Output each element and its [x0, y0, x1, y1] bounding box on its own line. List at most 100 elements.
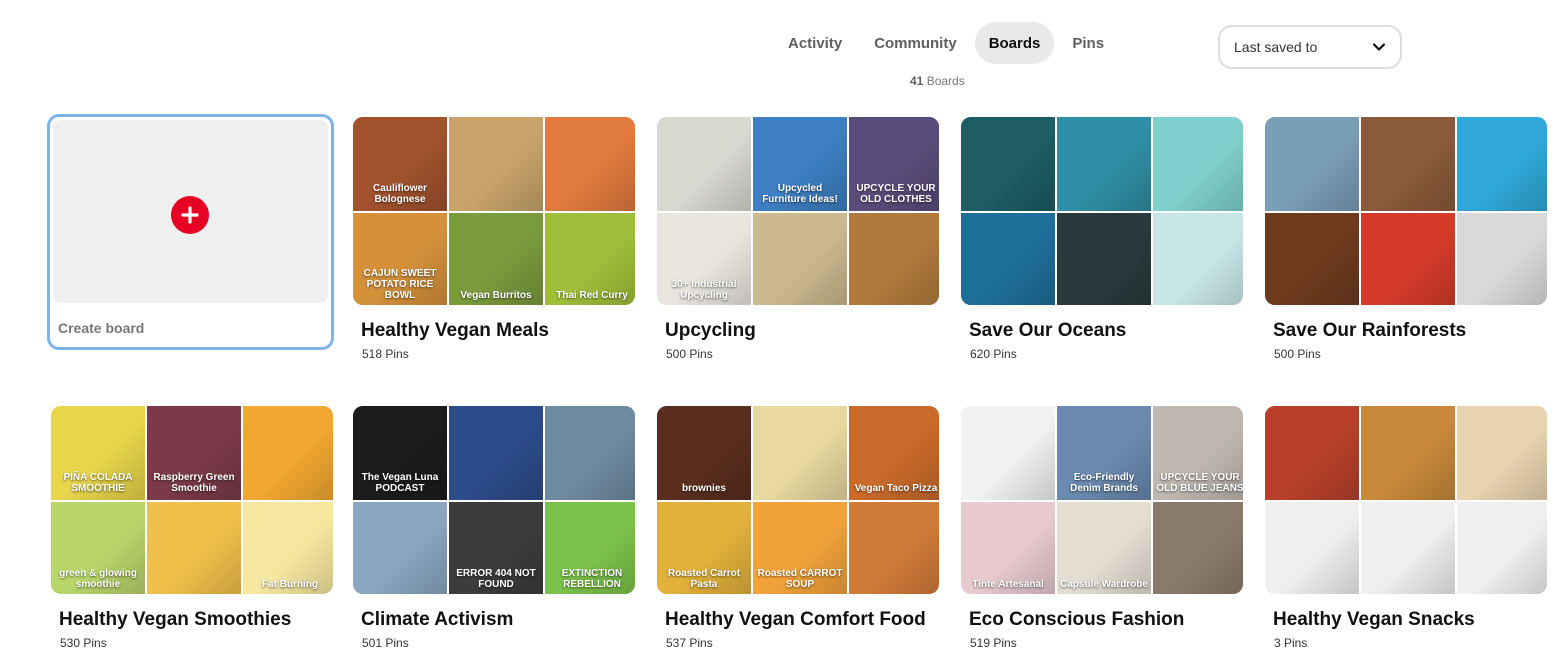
board-cover-collage: Cauliflower Bolognese CAJUN SWEET POTATO … [353, 117, 635, 305]
sort-dropdown[interactable]: Last saved to [1218, 25, 1402, 69]
board-cover-image: Vegan Taco Pizza [849, 406, 939, 500]
board-cover-image [353, 502, 447, 594]
board-pin-count: 501 Pins [362, 636, 409, 650]
cover-image-caption: green & glowing smoothie [59, 568, 137, 590]
board-title: Save Our Oceans [969, 320, 1127, 341]
board-cover-image: Thai Red Curry [545, 213, 635, 305]
board-cover-image [1265, 502, 1359, 594]
board-cover-image [449, 406, 543, 500]
board-cover-image [1457, 406, 1547, 500]
board-cover-image [147, 502, 241, 594]
cover-image-caption: Upcycled Furniture Ideas! [762, 183, 838, 205]
board-cover-image [1153, 502, 1243, 594]
board-card[interactable]: Upcycled Furniture Ideas! UPCYCLE YOUR OL… [657, 117, 939, 361]
board-cover-image [1265, 117, 1359, 211]
boards-count-number: 41 [910, 74, 924, 88]
board-cover-collage [961, 117, 1243, 305]
board-pin-count: 3 Pins [1274, 636, 1308, 650]
board-cover-image: CAJUN SWEET POTATO RICE BOWL [353, 213, 447, 305]
board-cover-collage [1265, 406, 1547, 594]
board-title: Healthy Vegan Meals [361, 320, 549, 341]
board-cover-image [657, 117, 751, 211]
cover-image-caption: brownies [682, 483, 726, 494]
board-cover-collage: PIÑA COLADA SMOOTHIE Raspberry Green Smoo… [51, 406, 333, 594]
board-cover-image: Roasted Carrot Pasta [657, 502, 751, 594]
board-cover-image [1265, 213, 1359, 305]
board-cover-image [1153, 117, 1243, 211]
profile-tabs: Activity Community Boards Pins [774, 22, 1118, 64]
cover-image-caption: Capsule Wardrobe [1060, 579, 1148, 590]
board-card[interactable]: Eco-Friendly Denim Brands UPCYCLE YOUR OL… [961, 406, 1243, 650]
board-pin-count: 518 Pins [362, 347, 409, 361]
board-title: Eco Conscious Fashion [969, 609, 1185, 630]
board-cover-image [753, 406, 847, 500]
board-title: Upcycling [665, 320, 756, 341]
board-cover-image: PIÑA COLADA SMOOTHIE [51, 406, 145, 500]
board-cover-image [1361, 117, 1455, 211]
board-pin-count: 500 Pins [666, 347, 713, 361]
board-cover-image [449, 117, 543, 211]
cover-image-caption: Roasted Carrot Pasta [667, 568, 741, 590]
board-cover-image: green & glowing smoothie [51, 502, 145, 594]
boards-count-label: Boards [926, 74, 965, 88]
board-cover-image [545, 406, 635, 500]
board-title: Save Our Rainforests [1273, 320, 1467, 341]
board-cover-image [1361, 502, 1455, 594]
board-cover-image [1361, 213, 1455, 305]
cover-image-caption: Vegan Burritos [460, 290, 532, 301]
board-cover-image [849, 213, 939, 305]
board-card[interactable]: The Vegan Luna PODCAST ERROR 404 NOT FOUN… [353, 406, 635, 650]
board-cover-image: Vegan Burritos [449, 213, 543, 305]
tab-pins[interactable]: Pins [1058, 22, 1118, 64]
board-cover-image [1361, 406, 1455, 500]
cover-image-caption: Vegan Taco Pizza [854, 483, 938, 494]
cover-image-caption: UPCYCLE YOUR OLD CLOTHES [856, 183, 936, 205]
board-title: Climate Activism [361, 609, 514, 630]
tab-community[interactable]: Community [860, 22, 971, 64]
cover-image-caption: The Vegan Luna PODCAST [361, 472, 439, 494]
board-cover-image [961, 117, 1055, 211]
cover-image-caption: 30+ Industrial Upcycling [671, 279, 737, 301]
tab-boards[interactable]: Boards [974, 22, 1055, 64]
tab-activity[interactable]: Activity [774, 22, 856, 64]
boards-count: 41 Boards [910, 74, 965, 88]
board-cover-image: The Vegan Luna PODCAST [353, 406, 447, 500]
board-cover-image: UPCYCLE YOUR OLD CLOTHES [849, 117, 939, 211]
cover-image-caption: Thai Red Curry [556, 290, 628, 301]
board-cover-image [1265, 406, 1359, 500]
board-cover-image: Fat Burning [243, 502, 333, 594]
board-card[interactable]: Save Our Rainforests 500 Pins [1265, 117, 1547, 361]
cover-image-caption: Roasted CARROT SOUP [757, 568, 843, 590]
board-cover-image [1457, 117, 1547, 211]
board-cover-image [961, 406, 1055, 500]
board-cover-collage: Upcycled Furniture Ideas! UPCYCLE YOUR OL… [657, 117, 939, 305]
board-cover-image: Roasted CARROT SOUP [753, 502, 847, 594]
board-pin-count: 500 Pins [1274, 347, 1321, 361]
board-card[interactable]: Save Our Oceans 620 Pins [961, 117, 1243, 361]
board-pin-count: 519 Pins [970, 636, 1017, 650]
board-cover-collage: brownies Vegan Taco Pizza Roasted Carrot P… [657, 406, 939, 594]
board-title: Healthy Vegan Snacks [1273, 609, 1475, 630]
board-cover-image [1057, 117, 1151, 211]
board-pin-count: 620 Pins [970, 347, 1017, 361]
board-pin-count: 537 Pins [666, 636, 713, 650]
board-cover-image: Cauliflower Bolognese [353, 117, 447, 211]
cover-image-caption: ERROR 404 NOT FOUND [456, 568, 536, 590]
board-card[interactable]: Healthy Vegan Snacks 3 Pins [1265, 406, 1547, 650]
board-cover-image [961, 213, 1055, 305]
board-cover-image [1457, 502, 1547, 594]
board-cover-image [545, 117, 635, 211]
cover-image-caption: EXTINCTION REBELLION [561, 568, 623, 590]
board-cover-image: ERROR 404 NOT FOUND [449, 502, 543, 594]
create-board-label: Create board [58, 320, 145, 336]
cover-image-caption: CAJUN SWEET POTATO RICE BOWL [363, 268, 437, 301]
board-cover-image: Eco-Friendly Denim Brands [1057, 406, 1151, 500]
board-cover-collage [1265, 117, 1547, 305]
board-card[interactable]: brownies Vegan Taco Pizza Roasted Carrot P… [657, 406, 939, 650]
board-card[interactable]: Cauliflower Bolognese CAJUN SWEET POTATO … [353, 117, 635, 361]
board-cover-image [243, 406, 333, 500]
create-board-card[interactable]: Create board [47, 114, 334, 350]
board-cover-image: EXTINCTION REBELLION [545, 502, 635, 594]
board-card[interactable]: PIÑA COLADA SMOOTHIE Raspberry Green Smoo… [51, 406, 333, 650]
add-board-button[interactable] [171, 196, 209, 234]
